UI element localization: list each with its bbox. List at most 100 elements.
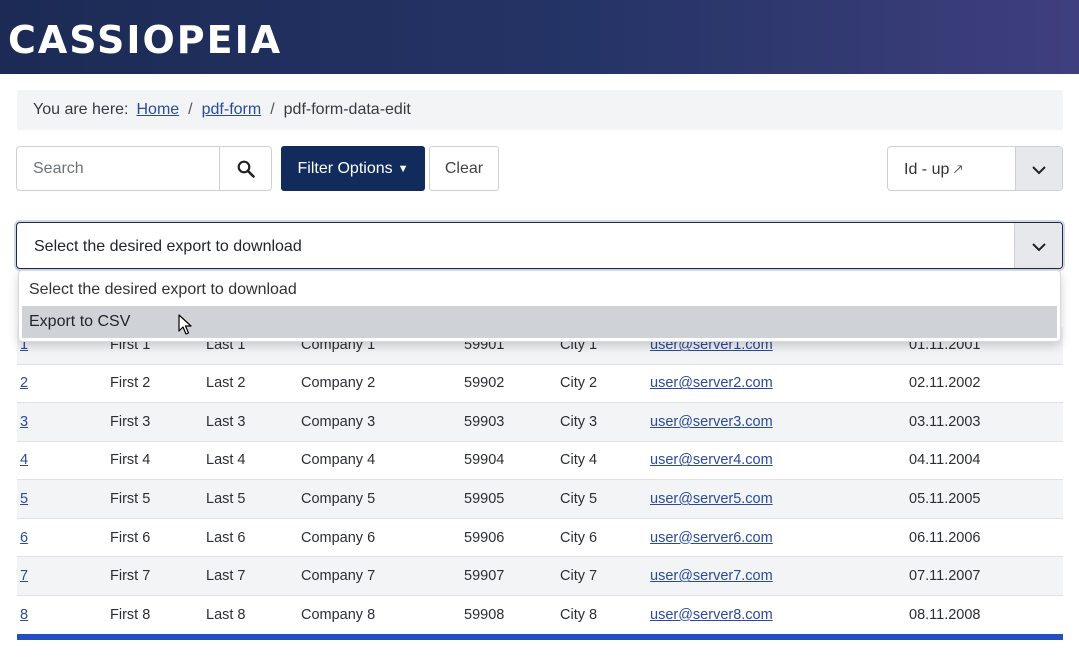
cell-first-name: First 2 — [110, 364, 206, 403]
cell-email: user@server4.com — [650, 441, 909, 480]
cell-city: City 4 — [560, 441, 650, 480]
row-id-link[interactable]: 3 — [20, 414, 28, 430]
export-option-placeholder[interactable]: Select the desired export to download — [22, 274, 1057, 306]
cell-date: 08.11.2008 — [909, 596, 1063, 635]
caret-down-icon: ▼ — [398, 163, 409, 175]
cell-city: City 2 — [560, 364, 650, 403]
cell-email: user@server8.com — [650, 596, 909, 635]
table-row: 4 First 4Last 4Company 459904City 4user@s… — [17, 441, 1063, 480]
table-bottom-bar — [17, 634, 1063, 640]
table-row: 2 First 2Last 2Company 259902City 2user@s… — [17, 364, 1063, 403]
breadcrumb-link-pdf-form[interactable]: pdf-form — [202, 101, 262, 119]
search-icon — [237, 160, 255, 178]
sort-select[interactable]: Id - up🡕 — [887, 146, 1063, 191]
cell-company: Company 2 — [301, 364, 464, 403]
cell-date: 04.11.2004 — [909, 441, 1063, 480]
cell-first-name: First 8 — [110, 596, 206, 635]
breadcrumb-separator: / — [188, 101, 192, 119]
cell-first-name: First 7 — [110, 557, 206, 596]
breadcrumb-separator: / — [270, 101, 274, 119]
row-id-link[interactable]: 6 — [20, 530, 28, 546]
cell-email-link[interactable]: user@server8.com — [650, 607, 773, 623]
cell-last-name: Last 6 — [206, 518, 301, 557]
site-header: CASSIOPEIA — [0, 0, 1079, 74]
row-id: 5 — [17, 480, 110, 519]
export-select-value: Select the desired export to download — [34, 223, 302, 269]
filter-options-label: Filter Options — [297, 160, 392, 178]
cell-first-name: First 3 — [110, 403, 206, 442]
breadcrumb: You are here: Home / pdf-form / pdf-form… — [17, 90, 1063, 130]
cell-zip: 59903 — [464, 403, 560, 442]
cell-last-name: Last 4 — [206, 441, 301, 480]
cell-email: user@server2.com — [650, 364, 909, 403]
chevron-down-icon — [1015, 147, 1062, 191]
row-id: 8 — [17, 596, 110, 635]
cell-first-name: First 4 — [110, 441, 206, 480]
row-id-link[interactable]: 8 — [20, 607, 28, 623]
cell-email-link[interactable]: user@server3.com — [650, 414, 773, 430]
breadcrumb-current: pdf-form-data-edit — [284, 101, 411, 119]
cell-email-link[interactable]: user@server6.com — [650, 530, 773, 546]
breadcrumb-lead: You are here: — [33, 101, 128, 119]
arrow-up-icon: 🡕 — [953, 161, 962, 177]
cell-date: 06.11.2006 — [909, 518, 1063, 557]
row-id-link[interactable]: 7 — [20, 568, 28, 584]
cell-email-link[interactable]: user@server2.com — [650, 375, 773, 391]
search-input[interactable] — [16, 146, 220, 191]
chevron-down-icon — [1014, 223, 1062, 269]
cell-city: City 8 — [560, 596, 650, 635]
breadcrumb-link-home[interactable]: Home — [136, 101, 179, 119]
cell-last-name: Last 7 — [206, 557, 301, 596]
row-id-link[interactable]: 2 — [20, 375, 28, 391]
cell-city: City 3 — [560, 403, 650, 442]
row-id: 7 — [17, 557, 110, 596]
cell-email-link[interactable]: user@server4.com — [650, 452, 773, 468]
cell-email-link[interactable]: user@server5.com — [650, 491, 773, 507]
filter-options-button[interactable]: Filter Options ▼ — [281, 146, 425, 191]
row-id-link[interactable]: 4 — [20, 452, 28, 468]
site-logo[interactable]: CASSIOPEIA — [8, 18, 282, 62]
cell-company: Company 3 — [301, 403, 464, 442]
export-select[interactable]: Select the desired export to download — [16, 222, 1063, 269]
row-id-link[interactable]: 5 — [20, 491, 28, 507]
cell-zip: 59904 — [464, 441, 560, 480]
table-row: 8 First 8Last 8Company 859908City 8user@s… — [17, 596, 1063, 635]
cell-city: City 5 — [560, 480, 650, 519]
cell-company: Company 8 — [301, 596, 464, 635]
search-button[interactable] — [219, 146, 272, 191]
row-id: 4 — [17, 441, 110, 480]
table-row: 3 First 3Last 3Company 359903City 3user@s… — [17, 403, 1063, 442]
sort-select-value: Id - up🡕 — [904, 147, 963, 191]
cell-company: Company 5 — [301, 480, 464, 519]
cell-zip: 59902 — [464, 364, 560, 403]
clear-button[interactable]: Clear — [429, 146, 499, 191]
cell-email-link[interactable]: user@server7.com — [650, 568, 773, 584]
cell-email: user@server6.com — [650, 518, 909, 557]
cell-email: user@server7.com — [650, 557, 909, 596]
cell-company: Company 6 — [301, 518, 464, 557]
cell-date: 02.11.2002 — [909, 364, 1063, 403]
cell-date: 03.11.2003 — [909, 403, 1063, 442]
table-row: 5 First 5Last 5Company 559905City 5user@s… — [17, 480, 1063, 519]
records-table: 1First 1Last 1Company 159901City 1user@s… — [17, 327, 1063, 635]
row-id: 6 — [17, 518, 110, 557]
export-dropdown-list: Select the desired export to download Ex… — [18, 270, 1061, 342]
cell-city: City 6 — [560, 518, 650, 557]
cell-last-name: Last 5 — [206, 480, 301, 519]
cell-zip: 59907 — [464, 557, 560, 596]
cell-first-name: First 5 — [110, 480, 206, 519]
cell-zip: 59908 — [464, 596, 560, 635]
cell-email: user@server3.com — [650, 403, 909, 442]
cell-company: Company 4 — [301, 441, 464, 480]
cell-last-name: Last 8 — [206, 596, 301, 635]
cell-date: 07.11.2007 — [909, 557, 1063, 596]
cell-company: Company 7 — [301, 557, 464, 596]
row-id: 3 — [17, 403, 110, 442]
cell-last-name: Last 2 — [206, 364, 301, 403]
cell-zip: 59906 — [464, 518, 560, 557]
cell-last-name: Last 3 — [206, 403, 301, 442]
mouse-cursor-icon — [178, 314, 194, 336]
cell-zip: 59905 — [464, 480, 560, 519]
cell-email: user@server5.com — [650, 480, 909, 519]
cell-city: City 7 — [560, 557, 650, 596]
